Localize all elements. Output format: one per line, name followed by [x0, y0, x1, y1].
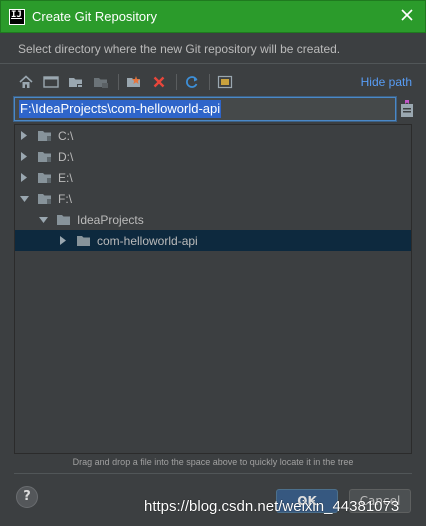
- refresh-icon: [186, 76, 198, 88]
- path-history-button[interactable]: [400, 100, 414, 118]
- module-folder-button[interactable]: [91, 72, 111, 92]
- directory-tree[interactable]: C:\ D:\ E:\ F:\ IdeaProjects com-hellowo…: [14, 124, 412, 454]
- window-title: Create Git Repository: [32, 9, 157, 24]
- tree-item-d-drive[interactable]: D:\: [15, 146, 411, 167]
- title-bar: IJ Create Git Repository: [0, 0, 426, 33]
- expand-arrow-icon[interactable]: [58, 236, 68, 246]
- drag-drop-hint: Drag and drop a file into the space abov…: [72, 457, 354, 467]
- toolbar-divider: [176, 74, 177, 90]
- tree-item-e-drive[interactable]: E:\: [15, 167, 411, 188]
- file-chooser-toolbar: [16, 72, 240, 92]
- tree-item-label: com-helloworld-api: [97, 233, 198, 248]
- help-button[interactable]: ?: [16, 486, 38, 508]
- tree-item-f-drive[interactable]: F:\: [15, 188, 411, 209]
- header-separator: [0, 63, 426, 64]
- show-hidden-button[interactable]: [215, 72, 235, 92]
- path-input[interactable]: F:\IdeaProjects\com-helloworld-api: [14, 97, 396, 121]
- hide-path-link[interactable]: Hide path: [361, 75, 412, 89]
- expand-arrow-icon[interactable]: [19, 152, 29, 162]
- drive-folder-icon: [38, 172, 52, 184]
- desktop-icon: [43, 76, 59, 88]
- drive-folder-icon: [38, 130, 52, 142]
- path-history-icon: [401, 100, 413, 117]
- drive-folder-icon: [38, 193, 52, 205]
- path-value: F:\IdeaProjects\com-helloworld-api: [19, 100, 222, 118]
- tree-item-com-helloworld-api[interactable]: com-helloworld-api: [15, 230, 411, 251]
- tree-item-label: C:\: [58, 128, 74, 143]
- close-button[interactable]: [399, 8, 415, 24]
- collapse-arrow-icon[interactable]: [19, 194, 29, 204]
- toolbar-divider: [209, 74, 210, 90]
- show-hidden-icon: [217, 75, 233, 89]
- tree-item-ideaprojects[interactable]: IdeaProjects: [15, 209, 411, 230]
- module-folder-icon: [94, 78, 108, 88]
- dialog-description: Select directory where the new Git repos…: [18, 42, 341, 56]
- path-row: F:\IdeaProjects\com-helloworld-api: [14, 97, 414, 123]
- toolbar-divider: [118, 74, 119, 90]
- watermark-text: https://blog.csdn.net/weixin_44381073: [144, 498, 400, 515]
- folder-icon: [57, 214, 71, 226]
- drive-folder-icon: [38, 151, 52, 163]
- tree-item-c-drive[interactable]: C:\: [15, 125, 411, 146]
- delete-button[interactable]: [149, 72, 169, 92]
- project-folder-icon: [69, 78, 83, 88]
- new-folder-button[interactable]: [124, 72, 144, 92]
- new-folder-icon: [127, 76, 140, 87]
- delete-icon: [153, 76, 165, 88]
- home-button[interactable]: [16, 72, 36, 92]
- expand-arrow-icon[interactable]: [19, 131, 29, 141]
- refresh-button[interactable]: [182, 72, 202, 92]
- project-folder-button[interactable]: [66, 72, 86, 92]
- desktop-button[interactable]: [41, 72, 61, 92]
- home-icon: [19, 75, 33, 88]
- collapse-arrow-icon[interactable]: [38, 215, 48, 225]
- tree-item-label: IdeaProjects: [77, 212, 144, 227]
- footer-separator: [14, 473, 412, 474]
- folder-icon: [77, 235, 91, 247]
- close-icon: [401, 9, 413, 21]
- tree-item-label: D:\: [58, 149, 74, 164]
- tree-item-label: F:\: [58, 191, 72, 206]
- tree-item-label: E:\: [58, 170, 73, 185]
- intellij-app-icon: IJ: [9, 9, 25, 25]
- expand-arrow-icon[interactable]: [19, 173, 29, 183]
